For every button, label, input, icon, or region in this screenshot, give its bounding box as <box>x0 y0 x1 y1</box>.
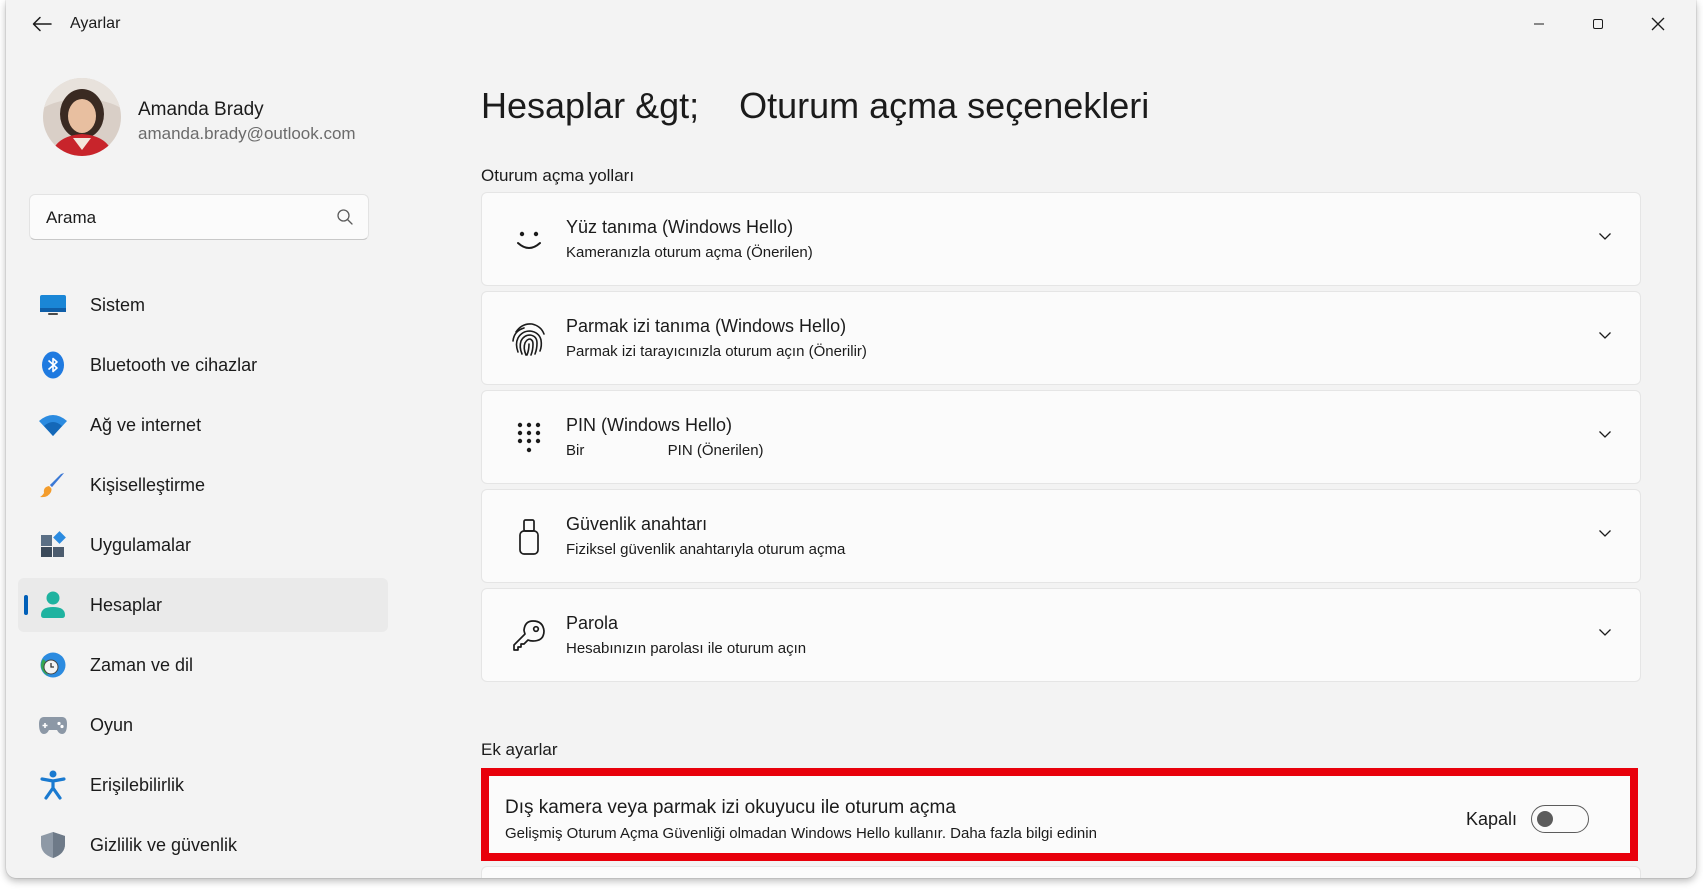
search-icon[interactable] <box>336 208 354 226</box>
keypad-icon <box>510 419 548 457</box>
settings-window: Ayarlar Amanda Brady amanda.brady@outloo… <box>6 0 1696 878</box>
minimize-button[interactable] <box>1516 8 1562 40</box>
signin-option-password[interactable]: Parola Hesabınızın parolası ile oturum a… <box>481 588 1641 682</box>
monitor-icon <box>38 291 68 319</box>
avatar[interactable] <box>43 78 121 156</box>
card-title: PIN (Windows Hello) <box>566 415 733 435</box>
accessibility-icon <box>38 770 68 800</box>
signin-option-fingerprint[interactable]: Parmak izi tanıma (Windows Hello) Parmak… <box>481 291 1641 385</box>
sidebar-nav: Sistem Bluetooth ve cihazlar Ağ ve inter… <box>18 278 388 878</box>
next-setting-card <box>481 866 1641 878</box>
user-email: amanda.brady@outlook.com <box>138 124 356 143</box>
signin-option-pin[interactable]: PIN (Windows Hello) Bir PIN (Önerilen) <box>481 390 1641 484</box>
chevron-down-icon[interactable] <box>1598 528 1612 538</box>
maximize-button[interactable] <box>1575 8 1621 40</box>
chevron-down-icon[interactable] <box>1598 330 1612 340</box>
user-photo-icon <box>43 78 121 156</box>
card-title: Parola <box>566 613 619 633</box>
sidebar-item-label: Zaman ve dil <box>90 655 194 675</box>
person-icon <box>38 591 68 619</box>
card-subtitle: Hesabınızın parolası ile oturum açın <box>566 640 807 657</box>
sidebar-item-label: Gizlilik ve güvenlik <box>90 835 238 855</box>
sidebar-item-label: Hesaplar <box>90 595 163 615</box>
card-subtitle: Fiziksel güvenlik anahtarıyla oturum açm… <box>566 541 846 558</box>
card-title: Parmak izi tanıma (Windows Hello) <box>566 316 847 336</box>
app-title: Ayarlar <box>70 15 121 32</box>
sidebar-item-label: Oyun <box>90 715 134 735</box>
section-heading-signin-ways: Oturum açma yolları <box>481 166 635 185</box>
key-icon <box>510 617 548 655</box>
user-name: Amanda Brady <box>138 99 264 120</box>
close-button[interactable] <box>1635 8 1681 40</box>
sidebar-item-gaming[interactable]: Oyun <box>18 698 388 752</box>
minimize-icon <box>1534 23 1544 25</box>
bluetooth-icon <box>38 351 68 379</box>
sidebar-item-bluetooth[interactable]: Bluetooth ve cihazlar <box>18 338 388 392</box>
card-subtitle: Bir PIN (Önerilen) <box>566 442 764 459</box>
card-subtitle: Parmak izi tarayıcınızla oturum açın (Ön… <box>566 343 867 360</box>
sidebar-item-sistem[interactable]: Sistem <box>18 278 388 332</box>
signin-option-face[interactable]: Yüz tanıma (Windows Hello) Kameranızla o… <box>481 192 1641 286</box>
gamepad-icon <box>38 711 68 739</box>
maximize-icon <box>1593 19 1603 29</box>
sidebar-item-label: Erişilebilirlik <box>90 775 185 795</box>
sidebar-item-apps[interactable]: Uygulamalar <box>18 518 388 572</box>
sidebar-item-accessibility[interactable]: Erişilebilirlik <box>18 758 388 812</box>
sidebar-item-personalization[interactable]: Kişiselleştirme <box>18 458 388 512</box>
sidebar-item-label: Bluetooth ve cihazlar <box>90 355 258 375</box>
wifi-icon <box>38 411 68 439</box>
chevron-down-icon[interactable] <box>1598 627 1612 637</box>
arrow-left-icon <box>32 16 52 32</box>
apps-icon <box>38 531 68 559</box>
smile-face-icon <box>510 221 548 259</box>
close-icon <box>1651 17 1665 31</box>
card-title: Güvenlik anahtarı <box>566 514 708 534</box>
sidebar-item-label: Ağ ve internet <box>90 415 202 435</box>
sidebar-item-label: Sistem <box>90 295 146 315</box>
highlight-frame <box>481 768 1638 861</box>
chevron-down-icon[interactable] <box>1598 429 1612 439</box>
sidebar-item-privacy[interactable]: Gizlilik ve güvenlik <box>18 818 388 872</box>
shield-icon <box>38 831 68 859</box>
clock-globe-icon <box>38 651 68 679</box>
sidebar-item-label: Kişiselleştirme <box>90 475 206 495</box>
card-subtitle: Kameranızla oturum açma (Önerilen) <box>566 244 813 261</box>
card-title: Yüz tanıma (Windows Hello) <box>566 217 794 237</box>
sidebar-item-label: Uygulamalar <box>90 535 192 555</box>
active-indicator <box>24 595 28 615</box>
chevron-down-icon[interactable] <box>1598 231 1612 241</box>
search-box[interactable] <box>29 194 369 240</box>
fingerprint-icon <box>510 320 548 358</box>
back-button[interactable] <box>22 10 62 38</box>
sidebar-item-network[interactable]: Ağ ve internet <box>18 398 388 452</box>
section-heading-additional: Ek ayarlar <box>481 740 558 759</box>
usb-key-icon <box>510 518 548 556</box>
brush-icon <box>38 471 68 499</box>
search-input[interactable] <box>46 205 316 231</box>
sidebar-item-accounts[interactable]: Hesaplar <box>18 578 388 632</box>
title-bar: Ayarlar <box>6 0 1696 48</box>
sidebar-item-time-language[interactable]: Zaman ve dil <box>18 638 388 692</box>
signin-option-security-key[interactable]: Güvenlik anahtarı Fiziksel güvenlik anah… <box>481 489 1641 583</box>
page-title: Hesaplar &gt; Oturum açma seçenekleri <box>481 85 1150 126</box>
